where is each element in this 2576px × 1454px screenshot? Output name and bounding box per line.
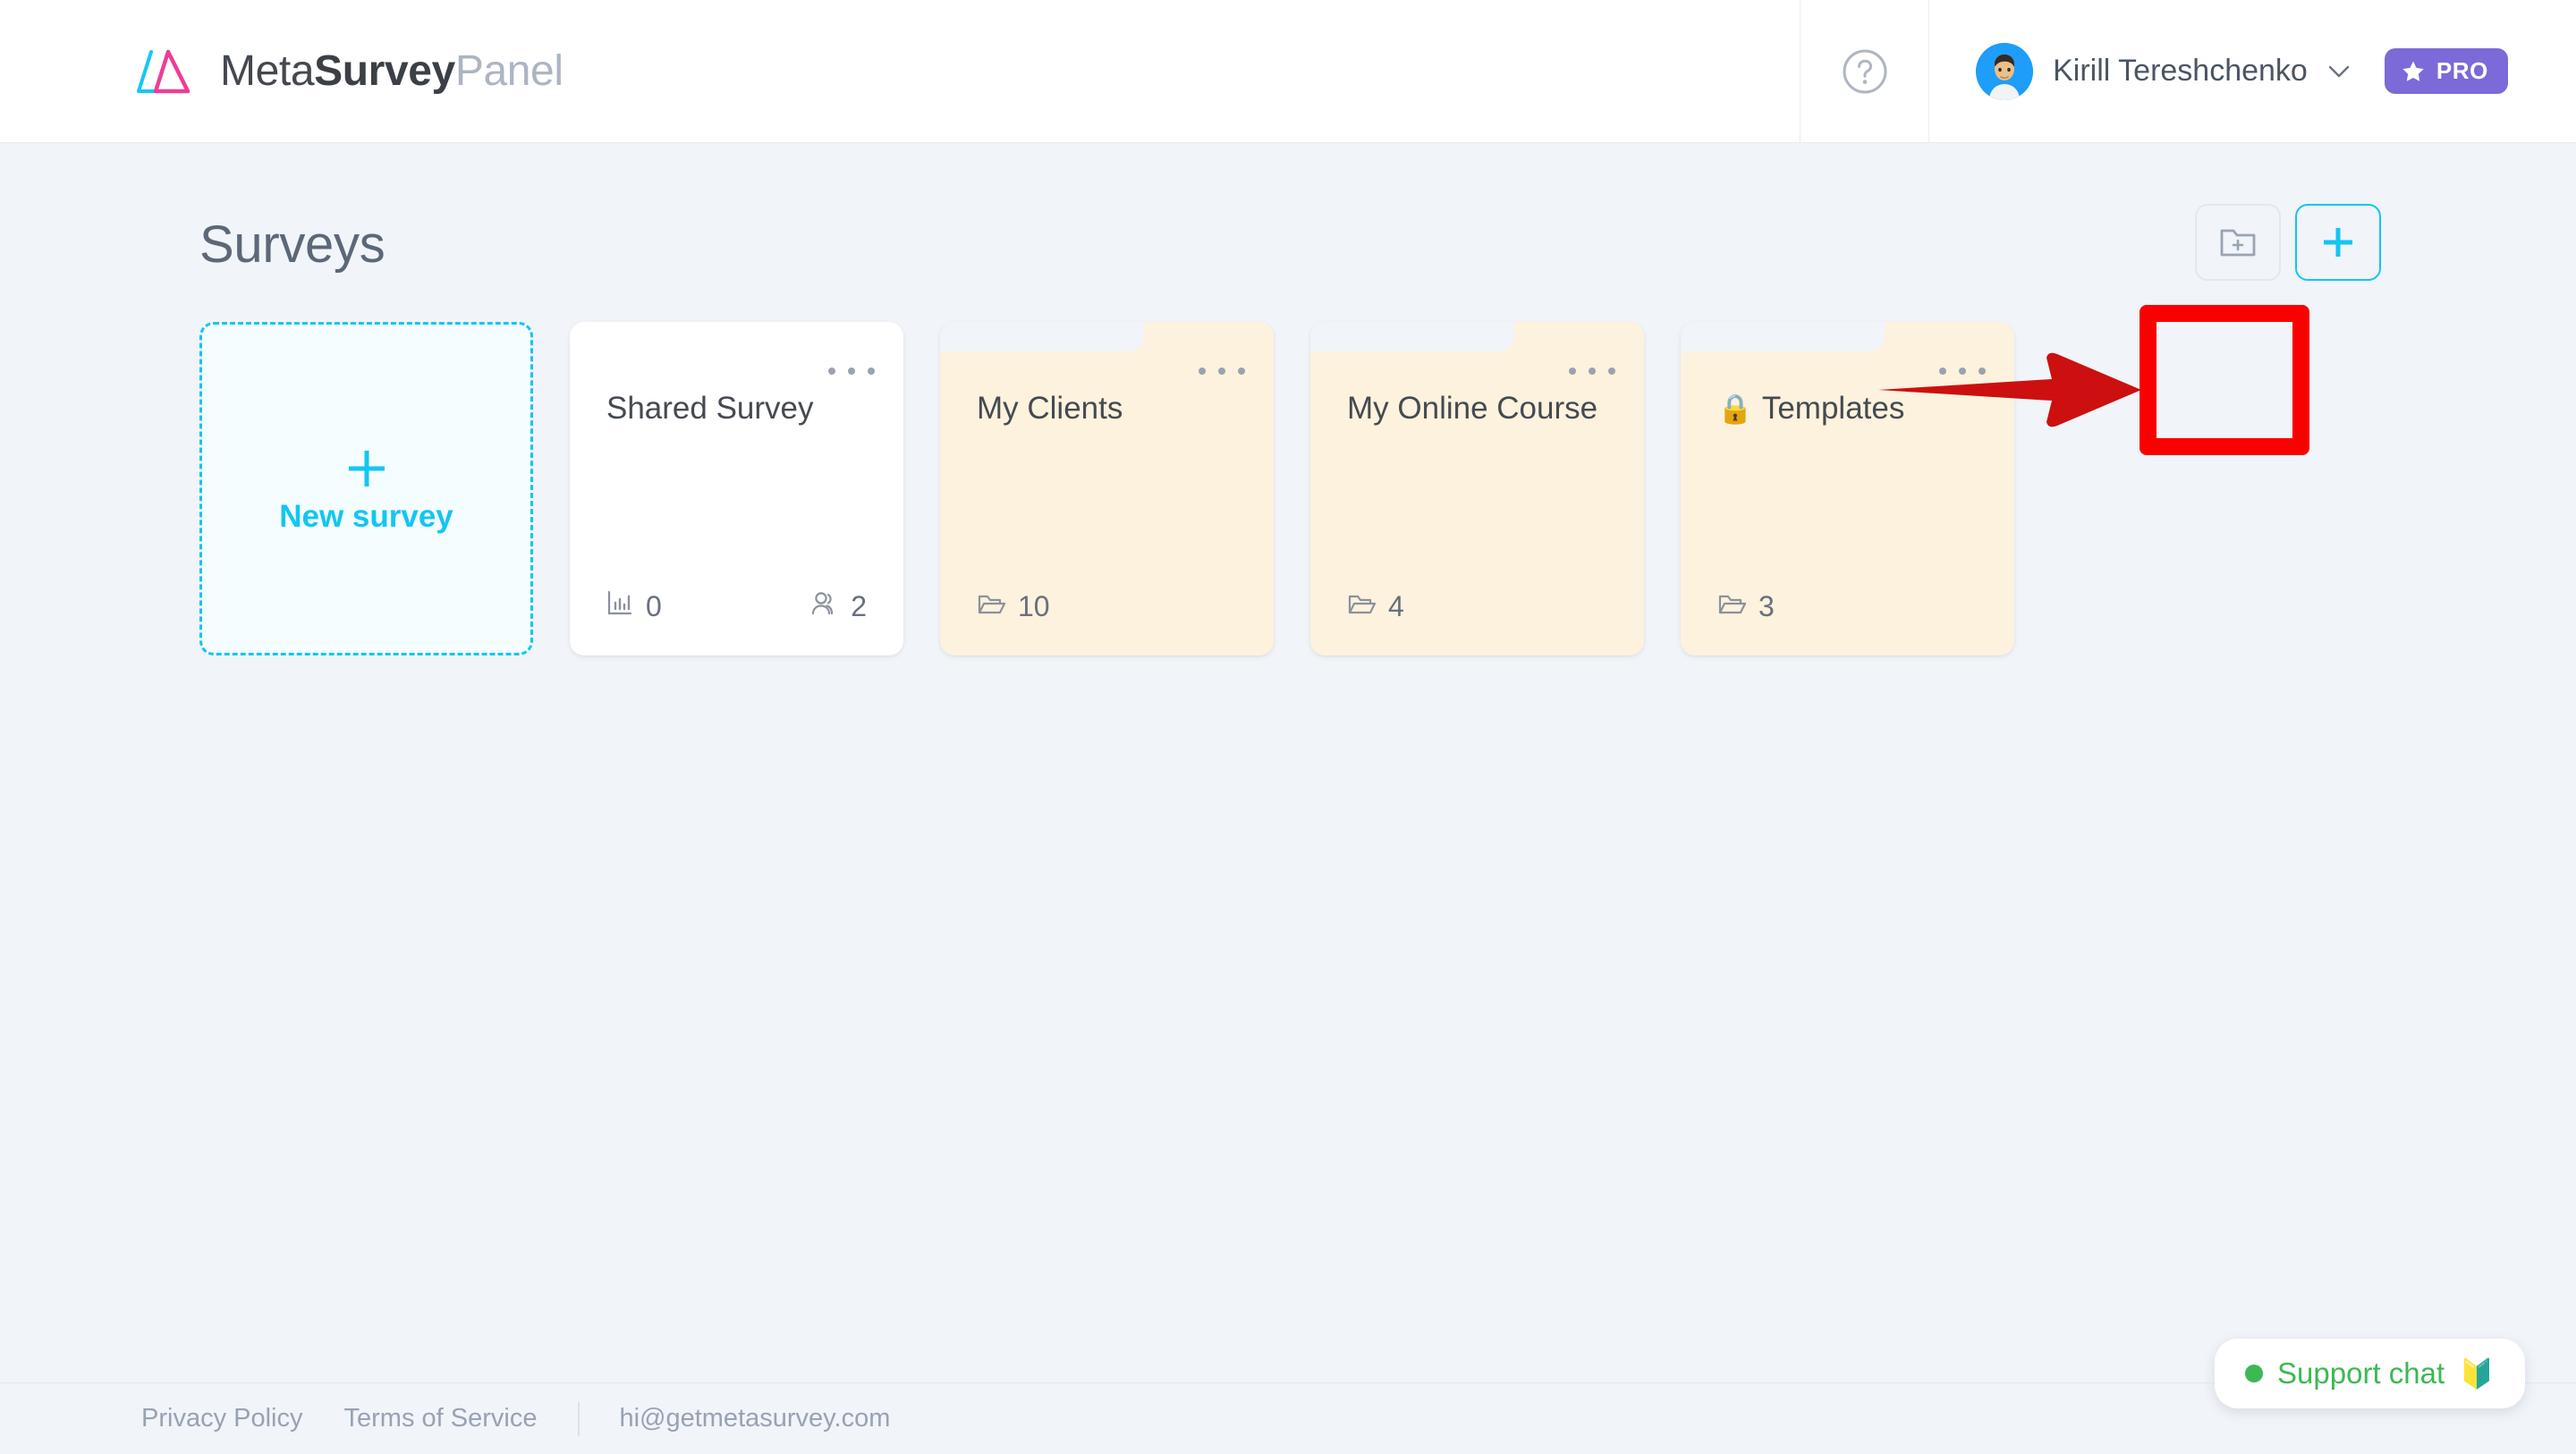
plus-icon: [2318, 223, 2358, 262]
main-content: Surveys New survey Shared Survey 0 2 My …: [0, 143, 2576, 1382]
help-circle-icon: [1841, 47, 1889, 96]
pro-badge[interactable]: PRO: [2384, 48, 2508, 94]
card-stats: 3: [1717, 590, 1978, 623]
card-stat-responses-value: 0: [646, 589, 662, 622]
app-header: MetaSurveyPanel Kirill Tereshchenko PRO: [0, 0, 2576, 143]
help-button[interactable]: [1800, 0, 1930, 143]
folder-card[interactable]: 🔒 Templates 3: [1681, 322, 2014, 655]
user-menu[interactable]: Kirill Tereshchenko PRO: [1929, 42, 2576, 100]
folder-card[interactable]: My Online Course 4: [1310, 322, 1644, 655]
new-survey-toolbar-button[interactable]: [2295, 204, 2381, 281]
surveys-toolbar: [2195, 204, 2381, 281]
new-folder-button[interactable]: [2195, 204, 2281, 281]
avatar: [1976, 42, 2034, 100]
chevron-down-icon: [2327, 64, 2351, 79]
contact-email-link[interactable]: hi@getmetasurvey.com: [619, 1404, 890, 1433]
brand-logo[interactable]: MetaSurveyPanel: [136, 46, 564, 97]
new-survey-card-label: New survey: [279, 498, 453, 534]
beginner-badge-icon: 🔰: [2459, 1357, 2495, 1390]
brand-part-meta: Meta: [220, 46, 315, 95]
brand-part-panel: Panel: [454, 46, 564, 95]
pro-badge-label: PRO: [2436, 57, 2488, 84]
new-survey-card[interactable]: New survey: [199, 322, 533, 655]
card-stat-items: 4: [1347, 590, 1404, 623]
terms-of-service-link[interactable]: Terms of Service: [344, 1404, 538, 1433]
card-stat-items-value: 4: [1388, 590, 1404, 622]
green-status-dot-icon: [2245, 1365, 2264, 1382]
footer-divider: [578, 1401, 580, 1436]
folder-open-icon: [1717, 590, 1747, 623]
plus-icon: [342, 444, 392, 494]
card-stat-items: 3: [1717, 590, 1775, 623]
card-stat-items: 10: [977, 590, 1050, 623]
page-title: Surveys: [199, 216, 386, 274]
card-stat-responses: 0: [606, 589, 662, 623]
card-menu-button[interactable]: [1199, 358, 1245, 385]
card-menu-button[interactable]: [1939, 358, 1986, 385]
support-chat-button[interactable]: Support chat 🔰: [2215, 1339, 2525, 1408]
card-title: My Clients: [977, 389, 1233, 428]
card-title: Shared Survey: [606, 389, 862, 428]
card-stats: 10: [977, 590, 1237, 623]
card-title-text: Templates: [1761, 391, 1905, 426]
brand-part-survey: Survey: [314, 46, 455, 95]
metasurvey-triangles-logo-icon: [136, 46, 197, 97]
folder-card[interactable]: My Clients 10: [940, 322, 1274, 655]
annotation-highlight-box: [2140, 305, 2309, 455]
header-right-group: Kirill Tereshchenko PRO: [1800, 0, 2576, 143]
footer-links: Privacy Policy Terms of Service hi@getme…: [141, 1401, 890, 1436]
lock-icon: 🔒: [1717, 392, 1753, 425]
folder-open-icon: [1347, 590, 1377, 623]
app-footer: Privacy Policy Terms of Service hi@getme…: [0, 1382, 2576, 1454]
folder-tab-notch: [1310, 322, 1514, 351]
card-menu-button[interactable]: [1569, 358, 1615, 385]
card-stat-members-value: 2: [851, 589, 867, 622]
bar-chart-icon: [606, 589, 633, 623]
survey-card[interactable]: Shared Survey 0 2: [570, 322, 903, 655]
card-stat-items-value: 3: [1758, 590, 1775, 622]
card-title: My Online Course: [1347, 389, 1603, 428]
privacy-policy-link[interactable]: Privacy Policy: [141, 1404, 303, 1433]
card-title-text: My Clients: [977, 391, 1123, 426]
user-name: Kirill Tereshchenko: [2053, 54, 2308, 88]
card-menu-button[interactable]: [828, 358, 875, 385]
folder-plus-icon: [2219, 225, 2257, 259]
card-title-text: Shared Survey: [606, 391, 814, 426]
folder-open-icon: [977, 590, 1006, 623]
folder-tab-notch: [940, 322, 1144, 351]
card-title-text: My Online Course: [1347, 391, 1598, 426]
card-stats: 4: [1347, 590, 1607, 623]
surveys-card-grid: New survey Shared Survey 0 2 My Clients …: [199, 322, 2014, 655]
people-icon: [809, 589, 838, 623]
card-stats: 0 2: [606, 589, 867, 623]
star-icon: [2401, 59, 2426, 84]
card-stat-items-value: 10: [1018, 590, 1050, 622]
support-chat-label: Support chat: [2277, 1357, 2445, 1390]
card-title: 🔒 Templates: [1717, 389, 1973, 428]
folder-tab-notch: [1681, 322, 1885, 351]
card-stat-members: 2: [809, 589, 867, 623]
brand-wordmark: MetaSurveyPanel: [220, 46, 564, 95]
